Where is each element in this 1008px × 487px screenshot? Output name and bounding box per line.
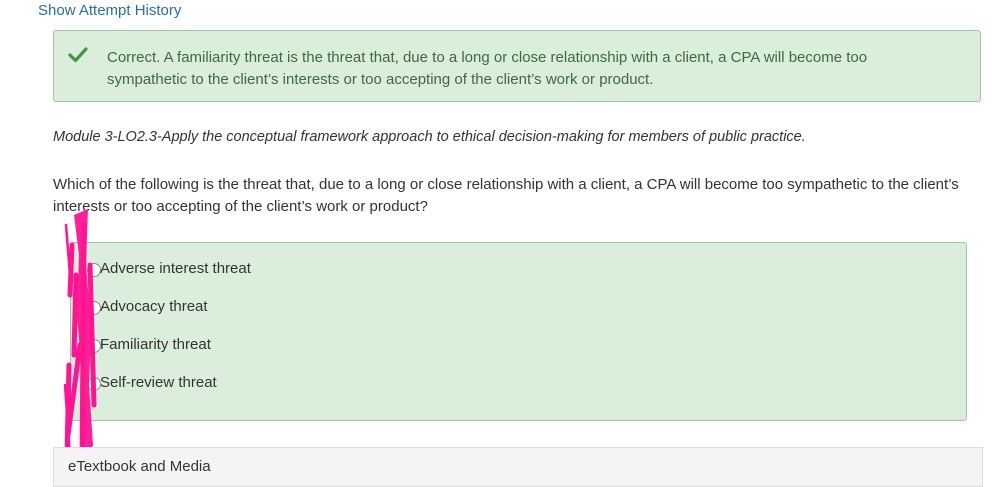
option-familiarity-threat[interactable]: Familiarity threat xyxy=(71,332,966,362)
question-text: Which of the following is the threat tha… xyxy=(53,176,959,215)
feedback-correct-panel: Correct. A familiarity threat is the thr… xyxy=(53,30,981,102)
radio-button[interactable] xyxy=(87,377,101,391)
option-label: Advocacy threat xyxy=(100,298,208,315)
option-label: Self-review threat xyxy=(100,374,217,391)
module-reference: Module 3-LO2.3-Apply the conceptual fram… xyxy=(53,129,806,145)
show-attempt-history-link[interactable]: Show Attempt History xyxy=(38,2,181,19)
option-advocacy-threat[interactable]: Advocacy threat xyxy=(71,294,966,324)
feedback-text: Correct. A familiarity threat is the thr… xyxy=(107,49,868,88)
answer-options-panel: Adverse interest threat Advocacy threat … xyxy=(70,242,967,421)
check-icon xyxy=(68,47,88,63)
etextbook-media-label: eTextbook and Media xyxy=(68,458,211,475)
option-label: Adverse interest threat xyxy=(100,260,251,277)
option-adverse-interest-threat[interactable]: Adverse interest threat xyxy=(71,256,966,286)
etextbook-media-section[interactable]: eTextbook and Media xyxy=(53,447,983,487)
radio-button[interactable] xyxy=(87,301,101,315)
option-self-review-threat[interactable]: Self-review threat xyxy=(71,370,966,400)
radio-button[interactable] xyxy=(87,339,101,353)
radio-button[interactable] xyxy=(87,263,101,277)
option-label: Familiarity threat xyxy=(100,336,211,353)
